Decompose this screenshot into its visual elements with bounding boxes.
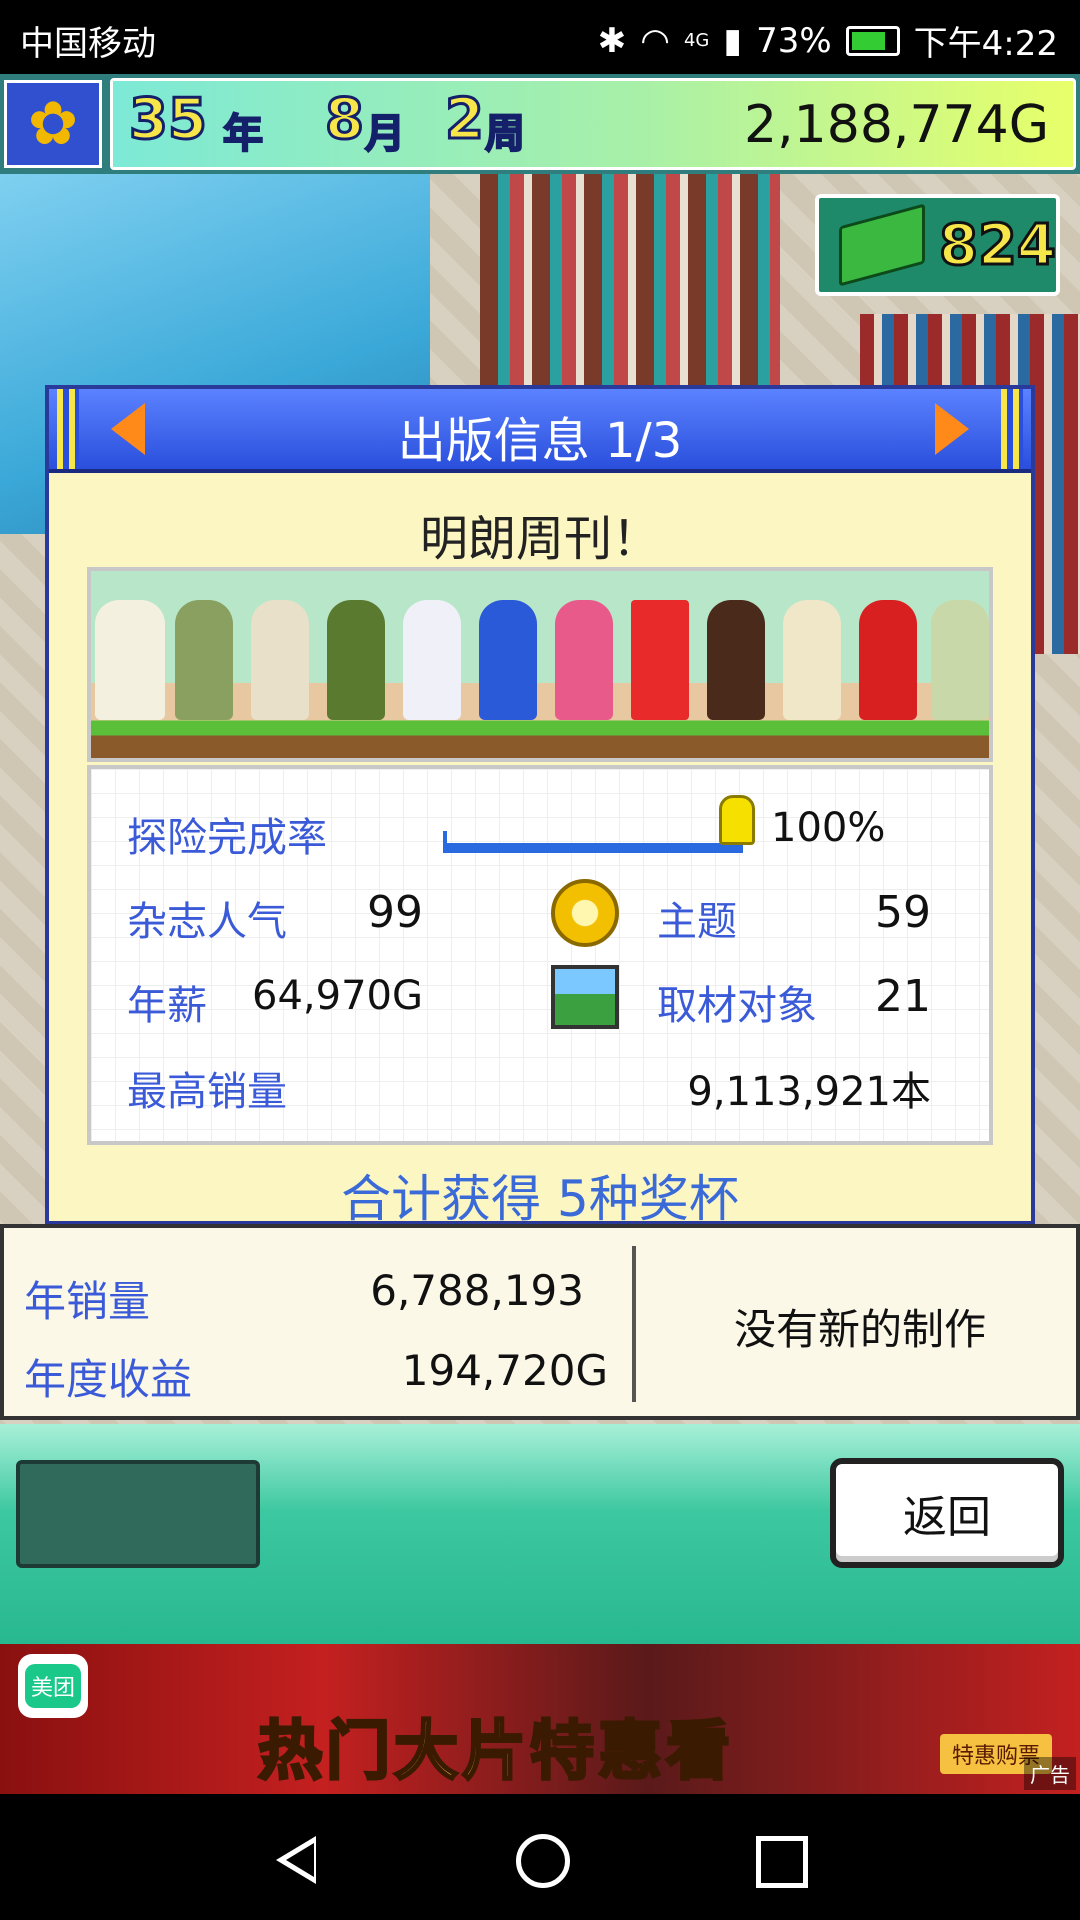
panel-header: 出版信息 1/3 bbox=[49, 389, 1031, 473]
theme-value: 59 bbox=[875, 887, 931, 938]
character-7 bbox=[555, 600, 613, 720]
system-nav-bar bbox=[0, 1794, 1080, 1920]
stats-table: 探险完成率 100% 杂志人气 99 主题 59 年薪 64,970G 取材对象… bbox=[87, 765, 993, 1145]
money-amount: 2,188,774G bbox=[744, 95, 1049, 155]
panel-title: 出版信息 1/3 bbox=[397, 413, 683, 469]
annual-sales-value: 6,788,193 bbox=[370, 1266, 584, 1315]
ad-tag: 广告 bbox=[1024, 1757, 1076, 1790]
divider bbox=[632, 1246, 636, 1402]
exploration-value: 100% bbox=[771, 805, 886, 851]
no-new-production-text: 没有新的制作 bbox=[733, 1305, 986, 1354]
character-11 bbox=[859, 600, 917, 720]
character-lineup bbox=[87, 567, 993, 762]
brand-label: 美团 bbox=[24, 1664, 81, 1708]
year-number: 35 bbox=[128, 86, 209, 154]
meituan-logo: 美团 bbox=[18, 1654, 88, 1718]
bluetooth-icon: ✱ bbox=[597, 20, 627, 61]
annual-sales-label: 年销量 bbox=[24, 1277, 151, 1326]
network-label: 4G bbox=[683, 30, 710, 51]
exploration-progress-bar bbox=[443, 831, 743, 853]
green-book-icon bbox=[839, 203, 925, 287]
recents-nav-icon[interactable] bbox=[756, 1836, 808, 1888]
ad-slogan: 热门大片特惠看 bbox=[257, 1714, 734, 1791]
character-3 bbox=[251, 600, 309, 720]
date-money-bar: 35 年 8 月 2 周 2,188,774G bbox=[110, 78, 1076, 170]
back-button[interactable]: 返回 bbox=[830, 1458, 1064, 1568]
top-sales-value: 9,113,921本 bbox=[687, 1069, 931, 1115]
battery-icon bbox=[845, 25, 900, 56]
character-2 bbox=[175, 600, 233, 720]
week-number: 2 bbox=[444, 86, 486, 154]
bottom-bar: 返回 bbox=[0, 1424, 1080, 1644]
status-bar: 中国移动 ✱ ◠ 4G ▮ 73% 下午4:22 bbox=[0, 0, 1080, 74]
top-sales-label: 最高销量 bbox=[127, 1069, 287, 1115]
month-unit: 月 bbox=[364, 110, 406, 158]
salary-label: 年薪 bbox=[127, 983, 207, 1029]
sales-summary: 年销量 6,788,193 年度收益 194,720G 没有新的制作 bbox=[0, 1224, 1080, 1420]
exploration-label: 探险完成率 bbox=[127, 815, 327, 861]
back-nav-icon[interactable] bbox=[276, 1836, 316, 1884]
character-12 bbox=[931, 600, 989, 720]
landscape-picture-icon bbox=[551, 965, 619, 1029]
status-right: ✱ ◠ 4G ▮ 73% 下午4:22 bbox=[598, 16, 1058, 65]
runner-icon bbox=[719, 795, 755, 845]
trophy-count-text: 合计获得 5种奖杯 bbox=[341, 1170, 739, 1228]
polar-bear-character bbox=[95, 600, 165, 720]
wifi-icon: ◠ bbox=[640, 20, 670, 61]
empty-slot-button[interactable] bbox=[16, 1460, 260, 1568]
signal-icon: ▮ bbox=[723, 20, 743, 61]
next-page-arrow-icon[interactable] bbox=[935, 403, 969, 455]
clock: 下午4:22 bbox=[913, 24, 1058, 64]
year-unit: 年 bbox=[222, 110, 264, 158]
penguin-character bbox=[479, 600, 537, 720]
gold-coin-icon bbox=[551, 879, 619, 947]
magazine-name: 明朗周刊！ bbox=[419, 511, 660, 567]
popularity-value: 99 bbox=[367, 887, 423, 938]
sunflower-icon[interactable]: ✿ bbox=[4, 80, 102, 168]
theme-label: 主题 bbox=[657, 899, 737, 945]
publication-info-panel: 出版信息 1/3 明朗周刊！ 探险完成率 100% 杂志人气 99 主题 59 … bbox=[45, 385, 1035, 1228]
robot-character bbox=[631, 600, 689, 720]
popularity-label: 杂志人气 bbox=[127, 899, 287, 945]
top-bar: ✿ 35 年 8 月 2 周 2,188,774G bbox=[0, 74, 1080, 174]
character-4 bbox=[327, 600, 385, 720]
annual-revenue-label: 年度收益 bbox=[24, 1355, 193, 1404]
week-unit: 周 bbox=[484, 110, 526, 158]
battery-percent: 73% bbox=[756, 20, 832, 61]
salary-value: 64,970G bbox=[252, 973, 423, 1019]
book-count: 824 bbox=[938, 211, 1058, 279]
character-10 bbox=[783, 600, 841, 720]
subject-label: 取材对象 bbox=[657, 983, 817, 1029]
book-counter: 824 bbox=[815, 194, 1060, 296]
monkey-character bbox=[707, 600, 765, 720]
carrier-label: 中国移动 bbox=[20, 24, 156, 64]
character-5 bbox=[403, 600, 461, 720]
home-nav-icon[interactable] bbox=[516, 1834, 570, 1888]
month-number: 8 bbox=[324, 86, 366, 154]
ad-banner[interactable]: 美团 热门大片特惠看 特惠购票 广告 bbox=[0, 1644, 1080, 1794]
subject-value: 21 bbox=[875, 971, 931, 1022]
annual-revenue-value: 194,720G bbox=[401, 1346, 608, 1395]
